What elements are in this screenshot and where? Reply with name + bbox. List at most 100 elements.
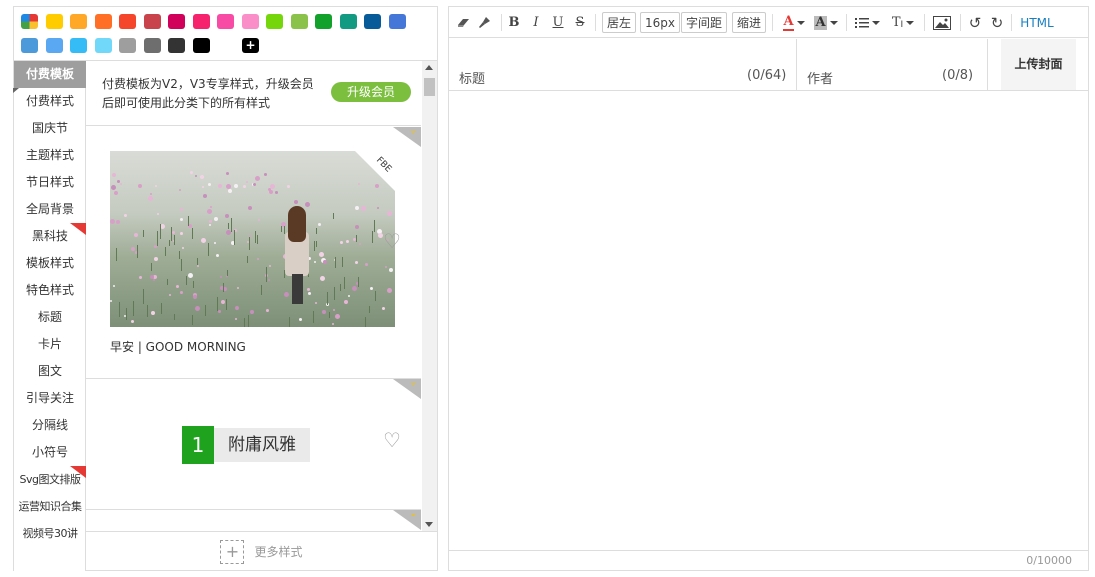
category-label: 黑科技 [31,229,68,243]
style-card-photo[interactable]: ⌄ FBE ♡ 早安 | GOOD MORNING [86,126,421,379]
format-painter-icon[interactable] [476,12,492,33]
category-item[interactable]: 图文 [14,358,86,385]
indent-button[interactable]: 缩进 [732,12,767,33]
font-color-icon: A [783,13,794,31]
numbered-title-preview: 1 附庸风雅 [182,426,310,464]
align-left-button[interactable]: 居左 [602,12,637,33]
woman-figure [285,206,311,304]
scroll-up-arrow-icon[interactable] [425,65,433,70]
meta-divider [987,39,988,90]
meta-divider [796,39,797,90]
color-swatch[interactable] [46,14,63,29]
color-swatch[interactable] [193,14,210,29]
color-swatch[interactable] [70,14,87,29]
author-field-label[interactable]: 作者 [807,68,833,87]
upgrade-member-button[interactable]: 升级会员 [331,82,411,102]
underline-button[interactable]: U [551,12,565,33]
category-item[interactable]: 付费模板 [13,61,86,93]
category-label: 分隔线 [31,418,68,432]
bold-button[interactable]: B [507,12,521,33]
category-item[interactable]: 视频号30讲 [14,520,86,547]
title-field-label[interactable]: 标题 [459,68,485,87]
paid-notice: 付费模板为V2，V3专享样式，升级会员 后即可使用此分类下的所有样式 升级会员 [86,61,421,126]
editor-footer: 0/10000 [449,550,1088,570]
category-item[interactable]: 节日样式 [14,169,86,196]
category-sidebar: 付费模板付费样式 国庆节 主题样式 节日样式全局背景黑科技模板样式 特色样式 标题卡片图文… [13,61,86,571]
category-label: 卡片 [37,337,62,351]
style-card-numbered-title[interactable]: ⌄ 1 附庸风雅 ♡ [86,378,421,510]
color-swatch[interactable] [168,14,185,29]
color-swatch[interactable] [168,38,185,53]
background-color-button[interactable]: A [812,12,840,33]
category-label: 全局背景 [25,202,74,216]
editor-content-area[interactable] [449,92,1088,550]
font-size-button[interactable]: 16px [640,12,680,33]
category-item[interactable]: Svg图文排版 [14,466,86,493]
category-item[interactable]: 小符号 [14,439,86,466]
color-picker-icon[interactable] [21,14,38,29]
color-swatch[interactable] [193,38,210,53]
editor-panel: B I U S 居左 16px 字间距 缩进 A A TI ↺ ↻ HTML 标… [448,6,1089,571]
color-swatch[interactable] [95,38,112,53]
color-swatch[interactable] [46,38,63,53]
flower-field-photo: FBE [110,151,395,327]
strikethrough-button[interactable]: S [573,12,587,33]
color-swatch[interactable] [389,14,406,29]
category-item[interactable]: 卡片 [14,331,86,358]
category-item[interactable]: 国庆节 [14,115,86,142]
scroll-thumb[interactable] [424,78,435,96]
category-item[interactable]: 全局背景 [14,196,86,223]
color-swatch[interactable] [144,38,161,53]
style-card-next[interactable]: ⌄ [86,509,421,531]
more-styles-button[interactable]: + 更多样式 [86,531,437,571]
scroll-down-arrow-icon[interactable] [425,522,433,527]
category-item[interactable]: 分隔线 [14,412,86,439]
category-label: 付费模板 [25,67,74,81]
eraser-icon[interactable] [455,12,471,33]
color-swatch[interactable] [95,14,112,29]
category-item[interactable]: 主题样式 [14,142,86,169]
undo-icon[interactable]: ↺ [967,12,983,33]
color-swatch[interactable] [21,38,38,53]
notice-line-1: 付费模板为V2，V3专享样式，升级会员 [102,77,314,91]
text-format-button[interactable]: TI [889,12,917,33]
category-item[interactable]: 黑科技 [14,223,86,250]
image-icon[interactable] [932,12,952,33]
category-item[interactable]: 引导关注 [14,385,86,412]
notice-line-2: 后即可使用此分类下的所有样式 [102,96,271,110]
color-swatch[interactable] [340,14,357,29]
upload-cover-button[interactable]: 上传封面 [1001,39,1076,90]
color-swatch[interactable] [364,14,381,29]
add-color-icon[interactable]: + [242,38,259,53]
title-text: 附庸风雅 [214,428,310,462]
style-list-scrollbar[interactable] [422,61,437,531]
category-item[interactable]: 标题 [14,304,86,331]
title-char-count: (0/64) [747,68,787,83]
favorite-heart-icon[interactable]: ♡ [383,428,401,452]
category-item[interactable]: 运营知识合集 [14,493,86,520]
color-swatch[interactable] [144,14,161,29]
category-label: 引导关注 [25,391,74,405]
category-item[interactable]: 付费样式 [14,88,86,115]
font-color-button[interactable]: A [780,12,808,33]
color-swatch[interactable] [291,14,308,29]
chevron-down-icon: ⌄ [409,126,417,136]
color-swatch[interactable] [242,14,259,29]
html-mode-button[interactable]: HTML [1019,12,1055,33]
color-swatch[interactable] [266,14,283,29]
chevron-down-icon: ⌄ [409,509,417,519]
color-swatch[interactable] [119,38,136,53]
favorite-heart-icon[interactable]: ♡ [383,229,401,253]
redo-icon[interactable]: ↻ [989,12,1005,33]
italic-button[interactable]: I [529,12,543,33]
color-swatch[interactable] [70,38,87,53]
color-swatch[interactable] [217,14,234,29]
color-swatch[interactable] [315,14,332,29]
category-item[interactable]: 模板样式 [14,250,86,277]
color-swatch[interactable] [119,14,136,29]
list-button[interactable] [853,12,881,33]
article-meta: 标题 (0/64) 作者 (0/8) 上传封面 [449,39,1088,91]
text-format-icon: T [891,15,901,30]
letter-spacing-button[interactable]: 字间距 [681,12,728,33]
category-item[interactable]: 特色样式 [14,277,86,304]
